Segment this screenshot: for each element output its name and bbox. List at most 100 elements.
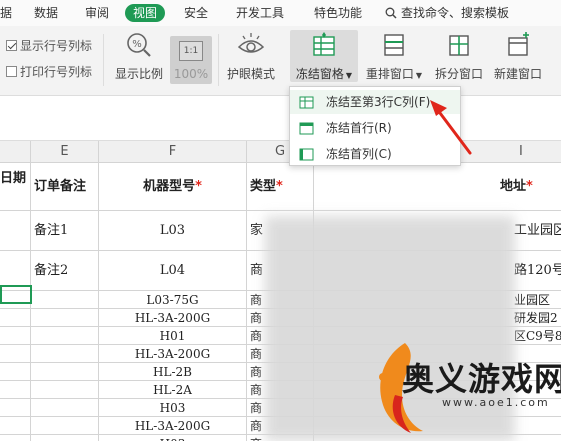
zoom-button[interactable]: % 显示比例 [113,30,165,82]
table-cell[interactable]: HL-2A [99,381,247,399]
header-label: 机器型号 [143,179,196,194]
freeze-column-icon [299,148,314,161]
table-cell[interactable] [31,417,99,435]
selected-cell-cursor[interactable] [0,285,32,304]
zoom-100-button[interactable]: 1:1 100% [170,36,212,84]
chevron-down-icon: ▼ [415,71,423,80]
split-window-button[interactable]: 拆分窗口 [432,30,486,82]
header-cell-machine-model[interactable]: 机器型号* [99,163,247,211]
header-cell-type[interactable]: 类型* [247,163,314,211]
checkbox-label: 打印行号列标 [20,65,93,79]
header-label: 类型 [250,179,277,194]
rearrange-window-icon [374,30,414,60]
table-cell[interactable] [0,399,31,417]
zoom-100-label: 100% [173,67,209,81]
checkbox-unchecked-icon [6,66,17,77]
table-cell[interactable] [0,211,31,251]
column-header-e[interactable]: E [31,141,99,163]
one-to-one-icon: 1:1 [179,41,203,61]
option-label: 冻结至第3行C列(F) [326,95,431,109]
checkbox-label: 显示行号列标 [20,39,93,53]
table-cell[interactable] [31,363,99,381]
table-cell[interactable]: L04 [99,251,247,291]
search-label: 查找命令、搜索模板 [401,6,510,20]
menu-item-view[interactable]: 视图 [125,4,166,22]
table-cell[interactable]: HL-3A-200G [99,309,247,327]
print-row-col-header-checkbox[interactable]: 打印行号列标 [6,65,92,79]
freeze-row-icon [299,122,314,135]
required-star: * [276,179,283,194]
header-cell-date[interactable]: 日期 [0,163,31,211]
formula-bar-area[interactable] [0,97,561,141]
rearrange-window-label: 重排窗口 ▼ [365,67,423,81]
header-label: 地址 [500,179,527,194]
table-cell[interactable]: HL-3A-200G [99,345,247,363]
split-window-label: 拆分窗口 [434,67,483,81]
table-cell[interactable]: H01 [99,327,247,345]
table-cell[interactable] [0,435,31,441]
menu-item-data[interactable]: 数据 [34,4,58,22]
chevron-down-icon: ▼ [345,71,353,80]
watermark-text: 奥义游戏网 [402,360,561,398]
header-cell-order-note[interactable]: 订单备注 [31,163,99,211]
table-cell[interactable] [0,309,31,327]
column-letter: I [519,144,523,159]
table-cell[interactable]: 备注1 [31,211,99,251]
zoom-label: 显示比例 [114,67,163,81]
table-cell[interactable] [31,327,99,345]
table-cell[interactable] [0,381,31,399]
watermark-url: www.aoe1.com [442,396,550,409]
table-cell[interactable] [31,381,99,399]
eye-icon [231,30,271,60]
search-icon [385,7,397,19]
table-cell[interactable] [0,327,31,345]
table-cell[interactable]: HL-3A-200G [99,417,247,435]
freeze-panes-button[interactable]: 冻结窗格 ▼ [290,30,358,82]
ribbon-divider [218,34,219,86]
eye-mode-button[interactable]: 护眼模式 [224,30,278,82]
menu-item-security[interactable]: 安全 [184,4,208,22]
rearrange-window-button[interactable]: 重排窗口 ▼ [362,30,426,82]
header-cell-address[interactable]: 地址* [314,163,561,211]
freeze-first-row-option[interactable]: 冻结首行(R) [290,116,460,140]
table-cell[interactable] [0,417,31,435]
menu-item-review[interactable]: 审阅 [85,4,109,22]
split-window-icon [439,30,479,60]
table-cell[interactable] [31,309,99,327]
option-label: 冻结首行(R) [326,121,392,135]
menu-bar: 据 数据 审阅 视图 安全 开发工具 特色功能 查找命令、搜索模板 [0,0,561,26]
table-cell[interactable]: H03 [99,399,247,417]
ribbon-divider [103,34,104,86]
eye-mode-label: 护眼模式 [226,67,275,81]
table-cell[interactable] [31,291,99,309]
table-cell[interactable] [0,363,31,381]
freeze-to-row3-colc-option[interactable]: 冻结至第3行C列(F) [290,90,460,114]
required-star: * [526,179,533,194]
command-search[interactable]: 查找命令、搜索模板 [385,4,509,22]
menu-item-developer[interactable]: 开发工具 [236,4,284,22]
zoom-icon: % [119,30,159,60]
show-row-col-header-checkbox[interactable]: 显示行号列标 [6,39,92,53]
table-cell[interactable] [31,399,99,417]
new-window-button[interactable]: 新建窗口 [490,30,546,82]
menu-item-data-partial[interactable]: 据 [0,4,12,22]
table-cell[interactable]: H03 [99,435,247,441]
table-cell[interactable]: L03-75G [99,291,247,309]
svg-text:%: % [132,39,142,50]
table-cell[interactable]: L03 [99,211,247,251]
checkbox-checked-icon [6,40,17,51]
table-cell[interactable]: HL-2B [99,363,247,381]
column-header-f[interactable]: F [99,141,247,163]
freeze-first-column-option[interactable]: 冻结首列(C) [290,142,460,166]
table-cell[interactable] [31,435,99,441]
new-window-label: 新建窗口 [493,67,542,81]
freeze-grid-icon [299,96,314,109]
header-label-wrap: 地址* [500,163,533,210]
freeze-panes-label: 冻结窗格 ▼ [295,67,353,81]
required-star: * [195,179,202,194]
table-cell[interactable]: 备注2 [31,251,99,291]
column-header-d[interactable] [0,141,31,163]
table-cell[interactable] [0,345,31,363]
table-cell[interactable] [31,345,99,363]
menu-item-features[interactable]: 特色功能 [314,4,362,22]
